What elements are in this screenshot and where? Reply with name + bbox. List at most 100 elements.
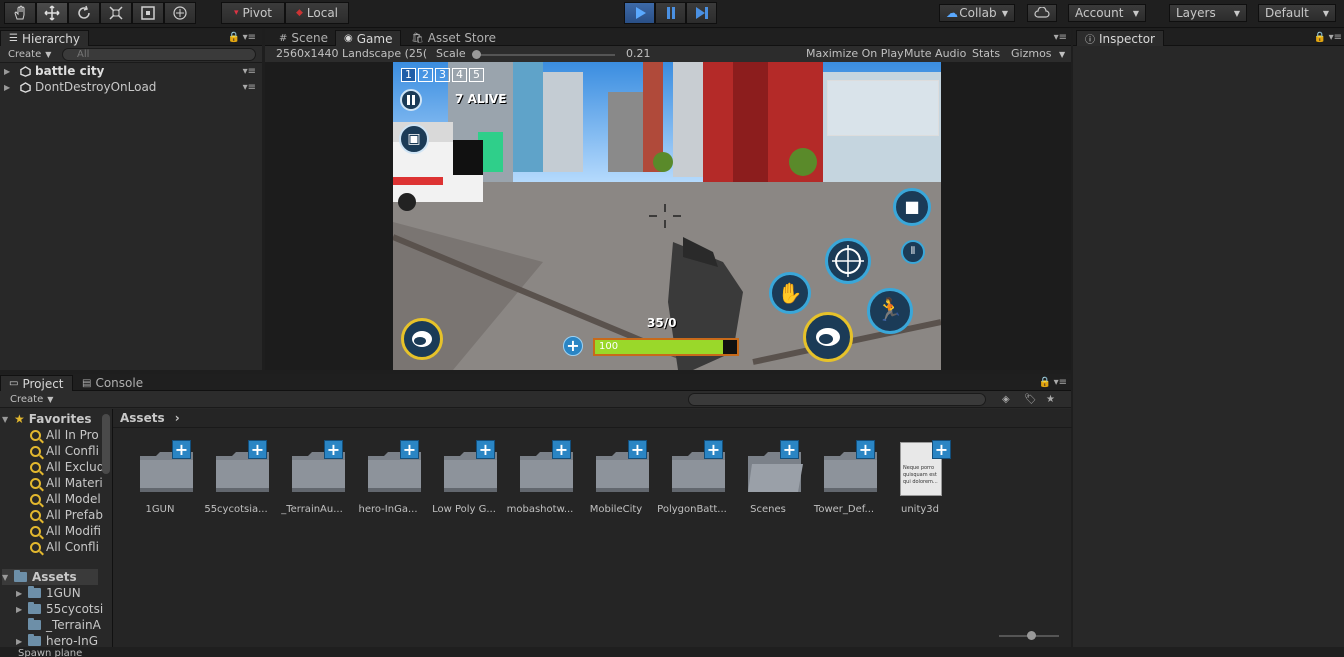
- project-create-button[interactable]: Create ▼: [10, 393, 53, 406]
- expand-arrow-icon[interactable]: ▶: [16, 605, 28, 614]
- gizmos-dropdown[interactable]: Gizmos ▼: [1011, 47, 1065, 60]
- game-screen[interactable]: 1 2 3 4 5 7 ALIVE ▣ ■ ⦀ ✋ 🏃 35/0 + 100: [393, 62, 941, 370]
- jump-button[interactable]: 🏃: [867, 288, 913, 334]
- stats-toggle[interactable]: Stats: [972, 47, 1000, 60]
- tab-inspector[interactable]: ⓘ Inspector: [1076, 30, 1164, 46]
- panel-menu-icon[interactable]: ▾≡: [1054, 377, 1067, 388]
- asset-tile[interactable]: + mobashotw...: [504, 440, 576, 520]
- scale-slider[interactable]: [472, 50, 615, 59]
- panel-menu-icon[interactable]: ▾≡: [1054, 32, 1067, 43]
- layers-dropdown[interactable]: Layers ▼: [1169, 4, 1247, 22]
- asset-tile[interactable]: Neque porro quisquam est qui dolorem... …: [884, 440, 956, 520]
- expand-arrow-icon[interactable]: ▶: [4, 67, 16, 76]
- lock-icon[interactable]: 🔒: [1314, 32, 1326, 43]
- row-menu-icon[interactable]: ▾≡: [243, 66, 256, 77]
- tab-console[interactable]: ▤ Console: [74, 375, 151, 391]
- favorite-item[interactable]: All In Pro: [30, 427, 99, 443]
- icon-size-slider-handle[interactable]: [1027, 631, 1036, 640]
- lock-icon[interactable]: 🔒: [228, 32, 240, 43]
- expand-arrow-icon[interactable]: ▶: [16, 637, 28, 646]
- asset-tile[interactable]: + hero-InGa...: [352, 440, 424, 520]
- weapon-slot[interactable]: 4: [452, 68, 467, 82]
- tab-hierarchy[interactable]: ☰ Hierarchy: [0, 30, 89, 46]
- account-dropdown[interactable]: Account ▼: [1068, 4, 1146, 22]
- hand-tool-button[interactable]: [4, 2, 36, 24]
- asset-folder-row[interactable]: ▶ 55cycotsi: [16, 601, 103, 617]
- rotate-tool-button[interactable]: [68, 2, 100, 24]
- scale-slider-handle[interactable]: [472, 50, 481, 59]
- project-search-input[interactable]: [688, 393, 986, 406]
- filter-by-type-icon[interactable]: ◈: [1002, 394, 1010, 405]
- expand-arrow-icon[interactable]: ▼: [2, 415, 14, 424]
- breadcrumb[interactable]: Assets ›: [120, 411, 180, 425]
- icon-size-slider[interactable]: [999, 631, 1059, 640]
- fire-button-left[interactable]: [401, 318, 443, 360]
- cloud-button[interactable]: [1027, 4, 1057, 22]
- asset-tile[interactable]: + Low Poly G...: [428, 440, 500, 520]
- hierarchy-row-scene[interactable]: ▶ battle city ▾≡: [0, 63, 262, 79]
- weapon-slot[interactable]: 1: [401, 68, 416, 82]
- row-menu-icon[interactable]: ▾≡: [243, 82, 256, 93]
- expand-arrow-icon[interactable]: ▶: [4, 83, 16, 92]
- favorite-item[interactable]: All Prefab: [30, 507, 103, 523]
- panel-menu-icon[interactable]: ▾≡: [243, 32, 256, 43]
- game-pause-button[interactable]: [400, 89, 422, 111]
- fire-button-right[interactable]: [803, 312, 853, 362]
- asset-tile[interactable]: + 55cycotsia...: [200, 440, 272, 520]
- asset-tile[interactable]: + Scenes: [732, 440, 804, 520]
- asset-tile[interactable]: + PolygonBatt...: [656, 440, 728, 520]
- panel-menu-icon[interactable]: ▾≡: [1329, 32, 1342, 43]
- asset-folder-row[interactable]: _TerrainA: [16, 617, 101, 633]
- filter-by-label-icon[interactable]: 🏷: [1024, 394, 1037, 405]
- asset-tile[interactable]: + MobileCity: [580, 440, 652, 520]
- tab-project[interactable]: ▭ Project: [0, 375, 73, 391]
- favorite-item[interactable]: All Exclud: [30, 459, 104, 475]
- inventory-button[interactable]: ▣: [399, 124, 429, 154]
- assets-root-row[interactable]: ▼ Assets: [2, 569, 98, 585]
- asset-folder-row[interactable]: ▶ 1GUN: [16, 585, 81, 601]
- transform-tool-button[interactable]: [164, 2, 196, 24]
- interact-button[interactable]: ✋: [769, 272, 811, 314]
- weapon-slot[interactable]: 3: [435, 68, 450, 82]
- pause-button[interactable]: [655, 2, 686, 24]
- hierarchy-search-input[interactable]: All: [62, 48, 256, 61]
- layout-dropdown[interactable]: Default ▼: [1258, 4, 1336, 22]
- tab-asset-store[interactable]: 🛍 Asset Store: [403, 30, 504, 46]
- asset-folder-row[interactable]: ▶ hero-InG: [16, 633, 98, 647]
- favorite-item[interactable]: All Confli: [30, 539, 99, 555]
- asset-tile[interactable]: + _TerrainAu...: [276, 440, 348, 520]
- pivot-button[interactable]: ▾ Pivot: [221, 2, 285, 24]
- collab-dropdown[interactable]: ☁ Collab ▼: [939, 4, 1015, 22]
- asset-tile[interactable]: + Tower_Def...: [808, 440, 880, 520]
- favorite-item[interactable]: All Confli: [30, 443, 99, 459]
- aim-button[interactable]: [825, 238, 871, 284]
- tab-scene[interactable]: # Scene: [271, 30, 336, 46]
- star-icon[interactable]: ★: [1046, 394, 1055, 405]
- asset-tile[interactable]: + 1GUN: [124, 440, 196, 520]
- favorites-row[interactable]: ▼ ★ Favorites: [2, 411, 91, 427]
- camera-button[interactable]: ■: [893, 188, 931, 226]
- step-button[interactable]: [686, 2, 717, 24]
- scale-tool-button[interactable]: [100, 2, 132, 24]
- hierarchy-create-button[interactable]: Create ▼: [8, 48, 51, 61]
- expand-arrow-icon[interactable]: ▼: [2, 573, 14, 582]
- tab-game[interactable]: ◉ Game: [335, 30, 402, 46]
- move-tool-button[interactable]: [36, 2, 68, 24]
- reload-button[interactable]: ⦀: [901, 240, 925, 264]
- favorite-item[interactable]: All Model: [30, 491, 101, 507]
- tree-scrollbar[interactable]: [102, 414, 110, 474]
- heal-button[interactable]: +: [563, 336, 583, 356]
- expand-arrow-icon[interactable]: ▶: [16, 589, 28, 598]
- resolution-dropdown[interactable]: 2560x1440 Landscape (25(: [276, 47, 429, 60]
- favorite-item[interactable]: All Modifi: [30, 523, 101, 539]
- maximize-on-play-toggle[interactable]: Maximize On Play: [806, 47, 904, 60]
- lock-icon[interactable]: 🔒: [1039, 377, 1051, 388]
- weapon-slot[interactable]: 5: [469, 68, 484, 82]
- favorite-item[interactable]: All Materi: [30, 475, 103, 491]
- local-button[interactable]: ◆ Local: [285, 2, 349, 24]
- weapon-slot[interactable]: 2: [418, 68, 433, 82]
- hierarchy-row-dontdestroy[interactable]: ▶ DontDestroyOnLoad ▾≡: [0, 79, 262, 95]
- mute-audio-toggle[interactable]: Mute Audio: [904, 47, 966, 60]
- rect-tool-button[interactable]: [132, 2, 164, 24]
- play-button[interactable]: [624, 2, 655, 24]
